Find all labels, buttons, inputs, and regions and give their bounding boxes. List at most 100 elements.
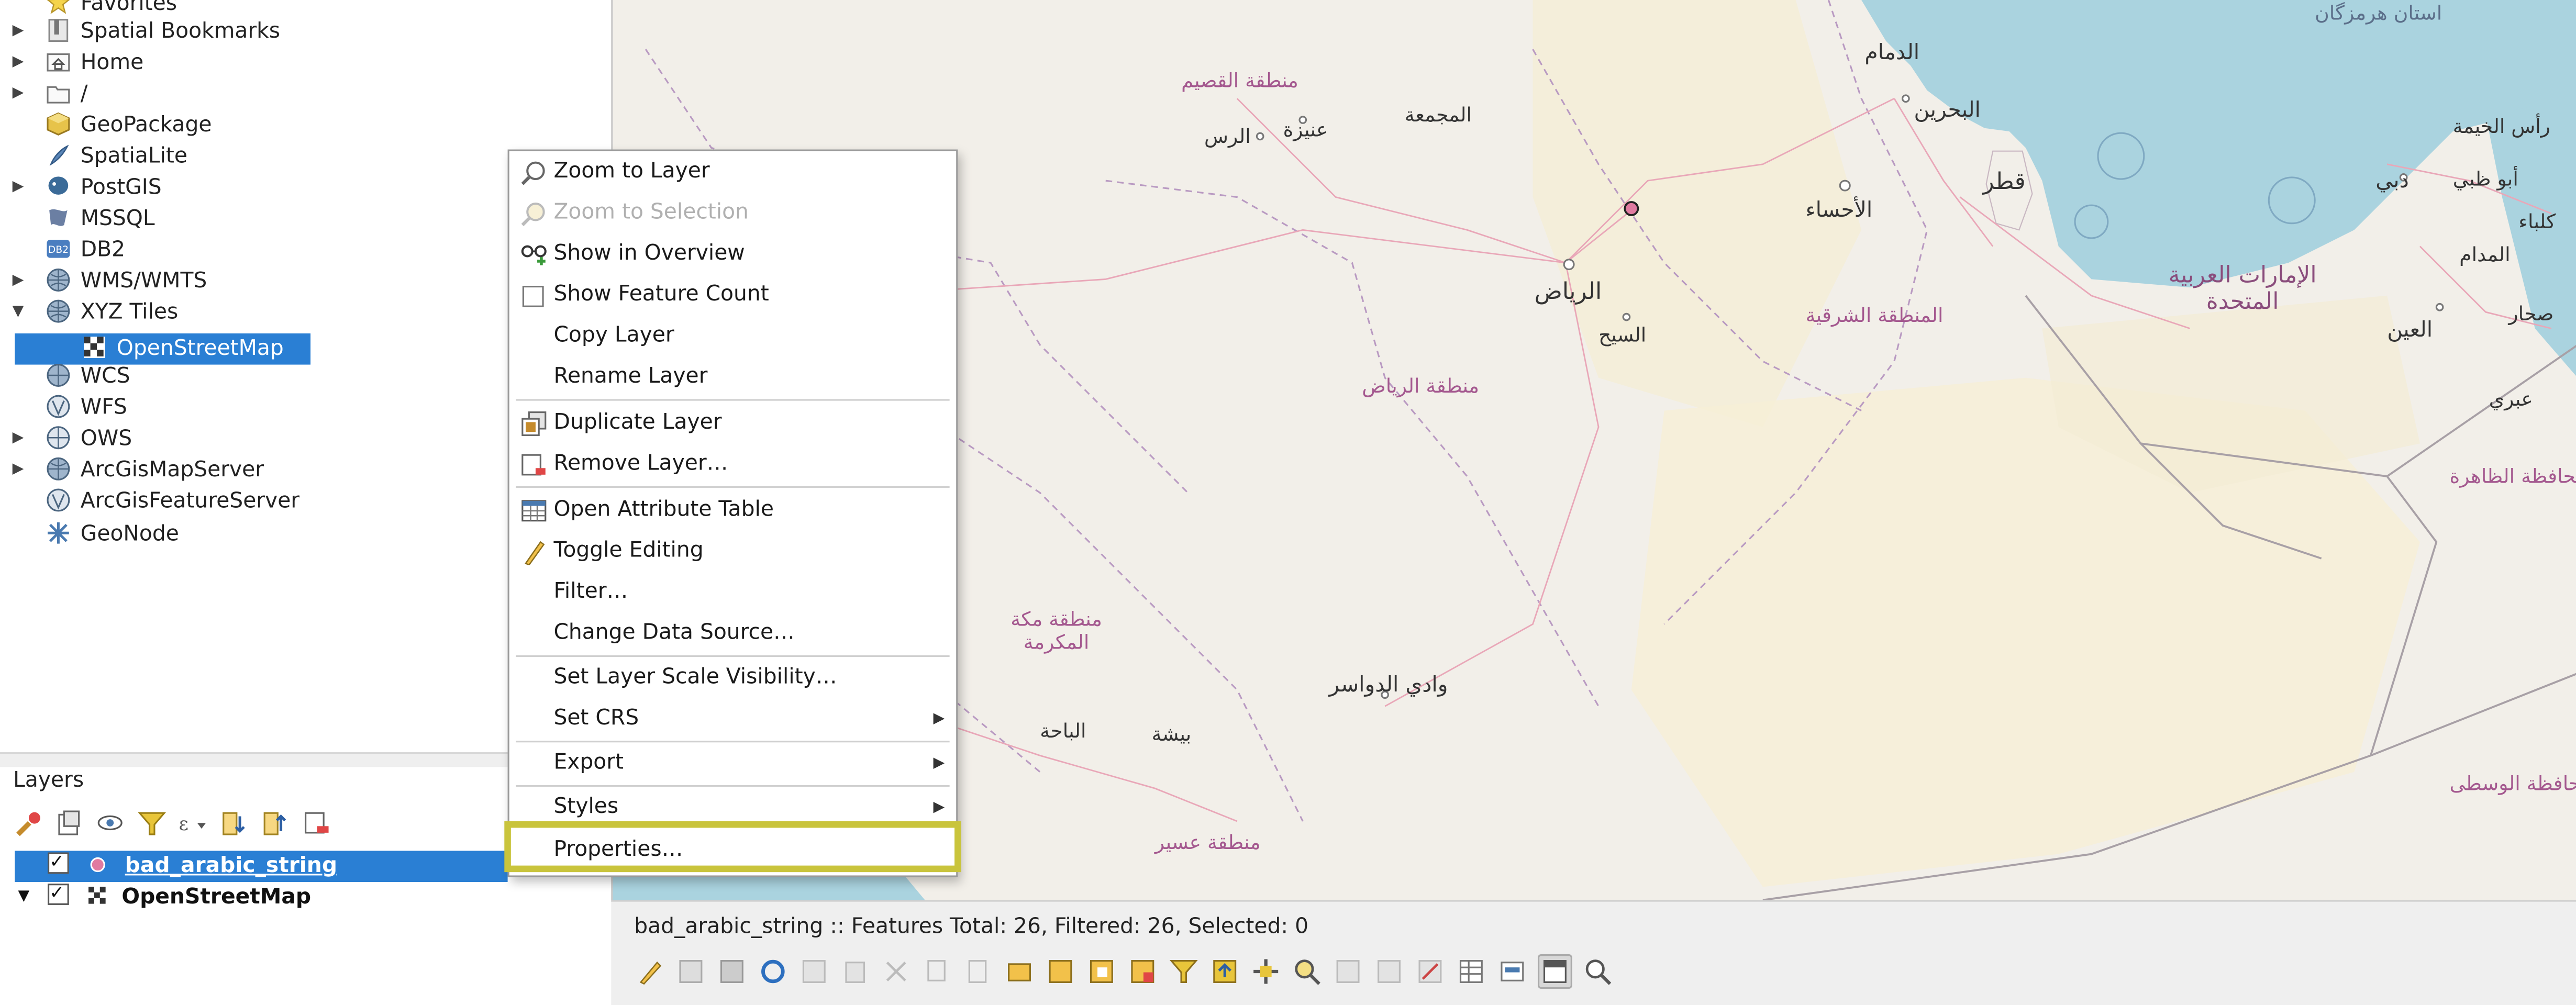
expand-arrow-icon[interactable]: ▶: [10, 172, 26, 204]
menu-item-filter[interactable]: Filter…: [509, 573, 956, 612]
layer-visibility-checkbox[interactable]: [47, 846, 69, 877]
menu-item-change-data-source[interactable]: Change Data Source…: [509, 615, 956, 654]
deselect-all-icon[interactable]: [1127, 956, 1159, 987]
browser-item-ows[interactable]: ▶ OWS: [13, 424, 132, 455]
select-all-icon[interactable]: [1045, 956, 1076, 987]
wfs-icon: [46, 394, 71, 419]
zoom-to-layer-icon: [521, 159, 547, 185]
add-feature-icon[interactable]: [798, 956, 830, 987]
globe-icon: [46, 299, 71, 323]
browser-item-wfs[interactable]: WFS: [46, 393, 127, 424]
menu-item-show-in-overview[interactable]: Show in Overview: [509, 235, 956, 274]
move-selection-to-top-icon[interactable]: [1209, 956, 1240, 987]
collapse-arrow-icon[interactable]: ▼: [18, 882, 30, 913]
menu-item-duplicate-layer[interactable]: Duplicate Layer: [509, 404, 956, 443]
dock-attribute-table-icon[interactable]: [1537, 954, 1572, 989]
map-label-sharjah: أبو ظبي: [2452, 168, 2518, 191]
browser-item-arcgis-map-server[interactable]: ▶ ArcGisMapServer: [13, 455, 264, 486]
expand-arrow-icon[interactable]: ▶: [10, 424, 26, 455]
browser-item-geonode[interactable]: GeoNode: [46, 519, 179, 551]
layer-item-bad-arabic-string[interactable]: bad_arabic_string: [15, 846, 508, 882]
layer-visibility-checkbox[interactable]: [47, 877, 69, 908]
expand-arrow-icon[interactable]: ▶: [10, 79, 26, 110]
map-label-sih: السيح: [1598, 323, 1647, 347]
manage-map-themes-icon[interactable]: [95, 807, 127, 839]
menu-item-show-feature-count[interactable]: Show Feature Count: [509, 276, 956, 315]
remove-layer-icon[interactable]: [301, 807, 332, 839]
actions-icon[interactable]: [1497, 956, 1528, 987]
browser-item-wcs[interactable]: WCS: [46, 361, 130, 393]
menu-item-open-attribute-table[interactable]: Open Attribute Table: [509, 491, 956, 530]
map-label-dammam: الدمام: [1864, 41, 1920, 66]
layers-panel-title: Layers: [13, 768, 84, 794]
browser-item-mssql[interactable]: MSSQL: [46, 204, 155, 235]
menu-item-copy-layer[interactable]: Copy Layer: [509, 317, 956, 356]
menu-item-zoom-to-selection[interactable]: Zoom to Selection: [509, 194, 956, 233]
delete-field-icon[interactable]: [1373, 956, 1405, 987]
browser-item-db2[interactable]: DB2 DB2: [46, 235, 125, 266]
filter-legend-icon[interactable]: [136, 807, 168, 839]
browser-item-geopackage[interactable]: GeoPackage: [46, 110, 212, 141]
duplicate-layer-icon: [521, 410, 547, 437]
menu-item-set-layer-scale-visibility[interactable]: Set Layer Scale Visibility…: [509, 658, 956, 698]
map-label-qassim: منطقة القصيم: [1181, 69, 1298, 92]
browser-item-home[interactable]: ▶ Home: [13, 48, 144, 79]
browser-item-arcgis-feature-server[interactable]: ArcGisFeatureServer: [46, 486, 299, 518]
reload-icon[interactable]: [758, 956, 789, 987]
browser-item-wms-wmts[interactable]: ▶ WMS/WMTS: [13, 266, 207, 297]
expand-arrow-icon[interactable]: ▶: [10, 266, 26, 297]
expand-arrow-icon[interactable]: ▶: [10, 455, 26, 486]
menu-item-properties[interactable]: Properties…: [509, 831, 956, 870]
menu-item-set-crs[interactable]: Set CRS ▶: [509, 700, 956, 739]
collapse-all-icon[interactable]: [260, 807, 291, 839]
browser-item-postgis[interactable]: ▶ PostGIS: [13, 172, 162, 204]
new-field-icon[interactable]: [1333, 956, 1364, 987]
paste-icon[interactable]: [963, 956, 994, 987]
zoom-to-selection-icon[interactable]: [1291, 956, 1323, 987]
point-feature-marker: [1624, 201, 1639, 216]
browser-item-spatial-bookmarks[interactable]: ▶ Spatial Bookmarks: [13, 16, 280, 48]
toggle-multi-edit-icon[interactable]: [675, 956, 707, 987]
expand-arrow-icon[interactable]: ▶: [10, 16, 26, 48]
collapse-arrow-icon[interactable]: ▼: [10, 297, 26, 329]
map-label-wadi-dawasir: وادي الدواسر: [1329, 673, 1448, 698]
map-label-asir: منطقة عسير: [1154, 831, 1261, 854]
map-label-unaizah: عنيزة: [1283, 118, 1328, 141]
menu-item-rename-layer[interactable]: Rename Layer: [509, 358, 956, 397]
copy-icon[interactable]: [921, 956, 953, 987]
submenu-arrow-icon: ▶: [933, 755, 945, 772]
map-label-majmaah: المجمعة: [1404, 103, 1472, 127]
add-group-icon[interactable]: [54, 807, 86, 839]
expand-all-icon[interactable]: [218, 807, 250, 839]
save-edits-icon[interactable]: [716, 956, 748, 987]
field-calculator-icon[interactable]: [1415, 956, 1446, 987]
delete-feature-icon[interactable]: [839, 956, 871, 987]
attribute-table-dock: bad_arabic_string :: Features Total: 26,…: [611, 900, 2576, 1005]
browser-item-spatialite[interactable]: SpatiaLite: [46, 141, 187, 173]
map-label-bahrain: البحرين: [1914, 98, 1981, 124]
browser-item-root[interactable]: ▶ /: [13, 79, 88, 110]
browser-item-openstreetmap[interactable]: OpenStreetMap: [82, 333, 284, 365]
toggle-editing-icon[interactable]: [634, 956, 665, 987]
select-by-expression-icon[interactable]: [1004, 956, 1035, 987]
menu-item-styles[interactable]: Styles ▶: [509, 788, 956, 828]
menu-item-remove-layer[interactable]: Remove Layer…: [509, 445, 956, 484]
menu-item-zoom-to-layer[interactable]: Zoom to Layer: [509, 153, 956, 192]
pan-to-selection-icon[interactable]: [1250, 956, 1282, 987]
cut-icon[interactable]: [881, 956, 912, 987]
filter-by-expression-icon[interactable]: ε: [177, 807, 209, 839]
expand-arrow-icon[interactable]: ▶: [10, 48, 26, 79]
menu-item-toggle-editing[interactable]: Toggle Editing: [509, 532, 956, 572]
feature-count-checkbox[interactable]: [522, 285, 544, 307]
geonode-icon: [46, 521, 71, 545]
identify-icon[interactable]: [1582, 956, 1614, 987]
invert-selection-icon[interactable]: [1086, 956, 1117, 987]
map-label-rak: رأس الخيمة: [2452, 115, 2550, 138]
filter-features-icon[interactable]: [1168, 956, 1200, 987]
open-layer-styling-icon[interactable]: [13, 807, 45, 839]
conditional-formatting-icon[interactable]: [1456, 956, 1487, 987]
browser-item-xyz-tiles[interactable]: ▼ XYZ Tiles: [13, 297, 178, 329]
menu-item-export[interactable]: Export ▶: [509, 744, 956, 783]
layer-item-openstreetmap[interactable]: ▼ OpenStreetMap: [15, 877, 312, 913]
map-label-riyadh-region: منطقة الرياض: [1362, 374, 1480, 398]
